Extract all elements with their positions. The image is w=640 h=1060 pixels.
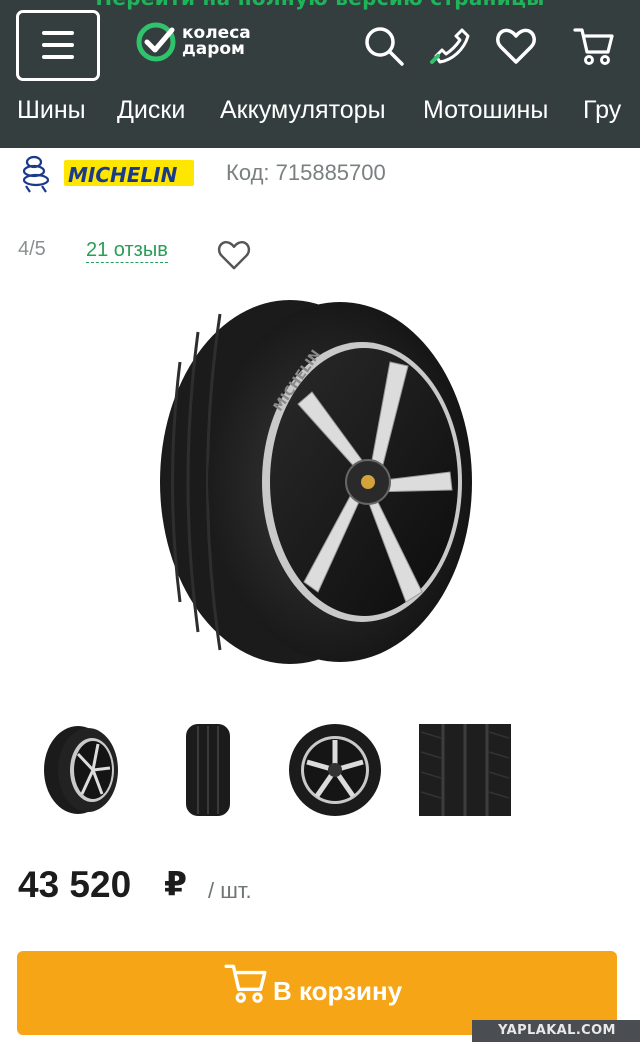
- michelin-logo: MICHELIN: [22, 155, 194, 193]
- thumbnail-3[interactable]: [287, 722, 383, 818]
- add-to-cart-label: В корзину: [273, 976, 403, 1006]
- menu-icon-bar: [42, 43, 74, 47]
- watermark: YAPLAKAL.COM: [472, 1020, 640, 1042]
- thumbnail-4[interactable]: [417, 722, 513, 818]
- menu-icon-bar: [42, 55, 74, 59]
- phone-icon[interactable]: [428, 24, 472, 68]
- search-icon[interactable]: [362, 24, 406, 68]
- thumbnail-1[interactable]: [36, 722, 132, 818]
- heart-icon[interactable]: [494, 24, 538, 68]
- currency-symbol: ₽: [164, 864, 187, 903]
- cart-icon[interactable]: [572, 24, 616, 68]
- logo-text: колеса даром: [182, 25, 251, 59]
- nav-item-moto-tires[interactable]: Мотошины: [423, 96, 548, 125]
- product-main-image[interactable]: MICHELIN: [140, 292, 480, 672]
- menu-icon-bar: [42, 31, 74, 35]
- full-version-link[interactable]: Перейти на полную версию страницы: [0, 0, 640, 10]
- nav-item-truck[interactable]: Гру: [583, 96, 621, 125]
- nav-item-tires[interactable]: Шины: [17, 96, 86, 125]
- favorite-heart-icon[interactable]: [216, 238, 252, 272]
- reviews-link[interactable]: 21 отзыв: [86, 238, 168, 263]
- app-header: Перейти на полную версию страницы колеса…: [0, 0, 640, 148]
- rating-value: 4/5: [18, 238, 46, 260]
- thumbnail-2[interactable]: [164, 722, 260, 818]
- cart-icon: [224, 964, 267, 1003]
- price-unit: / шт.: [208, 878, 252, 903]
- site-logo[interactable]: колеса даром: [136, 22, 251, 66]
- brand-name: MICHELIN: [68, 163, 178, 187]
- menu-button[interactable]: [16, 10, 100, 81]
- logo-check-icon: [136, 22, 176, 62]
- nav-item-batteries[interactable]: Аккумуляторы: [220, 96, 386, 125]
- nav-item-wheels[interactable]: Диски: [117, 96, 185, 125]
- price-value: 43 520: [18, 864, 132, 905]
- logo-line2: даром: [182, 39, 245, 59]
- product-code: Код: 715885700: [226, 160, 386, 185]
